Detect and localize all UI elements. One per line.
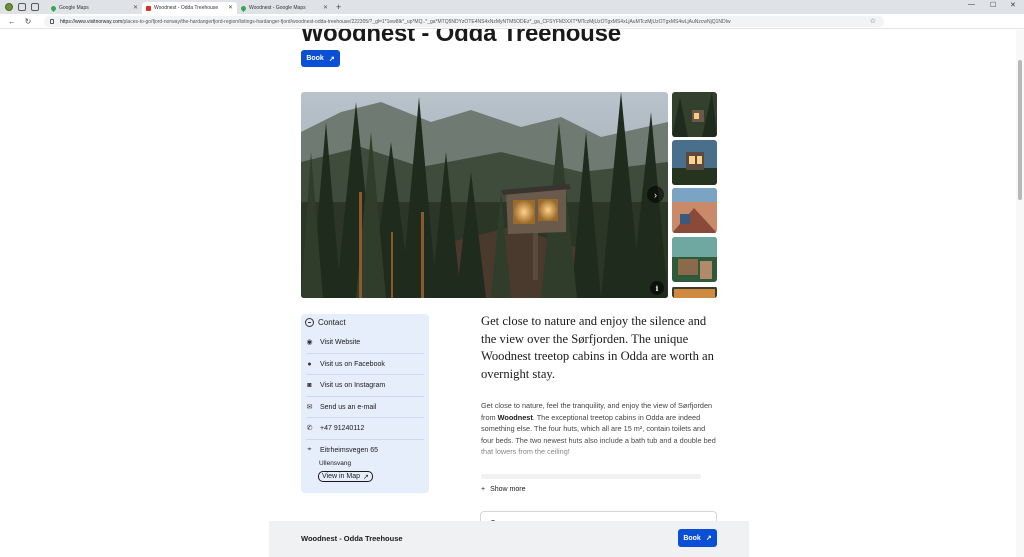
divider xyxy=(306,374,424,375)
address-row: ⌖ Eitrheimsvegen 65 xyxy=(307,446,378,454)
divider xyxy=(306,353,424,354)
instagram-link[interactable]: ◙ Visit us on Instagram xyxy=(306,378,424,392)
phone-icon: ✆ xyxy=(306,425,313,432)
tab-actions-icon[interactable] xyxy=(31,3,39,11)
divider xyxy=(306,417,424,418)
favorite-star-icon[interactable]: ☆ xyxy=(870,17,876,25)
divider xyxy=(306,396,424,397)
url-text[interactable]: https://www.visitnorway.com/places-to-go… xyxy=(60,19,850,25)
back-icon[interactable]: ← xyxy=(8,17,16,26)
address-bar[interactable]: https://www.visitnorway.com/places-to-go… xyxy=(44,16,884,27)
plus-icon: + xyxy=(481,486,486,493)
thumbnail-5[interactable] xyxy=(672,286,717,298)
show-more-button[interactable]: + Show more xyxy=(481,486,526,493)
thumbnail-image xyxy=(672,92,717,137)
thumbnail-image xyxy=(672,140,717,185)
faded-text-line xyxy=(481,474,701,479)
external-link-icon: ↗ xyxy=(328,55,335,63)
reload-icon[interactable]: ↻ xyxy=(24,17,32,26)
thumbnail-image xyxy=(672,188,717,233)
facebook-link[interactable]: ● Visit us on Facebook xyxy=(306,357,424,371)
minimize-icon[interactable]: — xyxy=(968,1,975,8)
thumbnail-3[interactable] xyxy=(672,188,717,233)
google-maps-favicon-icon xyxy=(239,4,248,12)
thumbnail-1[interactable] xyxy=(672,92,717,137)
new-tab-button[interactable]: + xyxy=(336,2,341,12)
sticky-title: Woodnest - Odda Treehouse xyxy=(301,534,403,543)
external-link-icon: ↗ xyxy=(363,473,369,481)
next-image-button[interactable]: › xyxy=(647,186,664,203)
scrollbar-thumb[interactable] xyxy=(1018,60,1022,200)
view-in-map-link[interactable]: View in Map ↗ xyxy=(318,471,373,482)
divider xyxy=(306,439,424,440)
contact-toggle[interactable]: Contact xyxy=(305,318,346,327)
facebook-icon: ● xyxy=(307,360,312,368)
close-tab-icon[interactable]: ✕ xyxy=(228,4,233,11)
mail-icon: ✉ xyxy=(306,404,313,411)
tab-strip: Google Maps ✕ Woodnest - Odda Treehouse … xyxy=(0,0,1024,14)
lock-icon[interactable] xyxy=(50,19,54,24)
close-window-icon[interactable]: ✕ xyxy=(1010,1,1016,9)
contact-panel: Contact ◉ Visit Website ● Visit us on Fa… xyxy=(301,314,429,493)
photo-info-button[interactable]: i xyxy=(650,281,664,295)
external-link-icon: ↗ xyxy=(705,535,712,542)
thumbnail-image xyxy=(672,237,717,282)
sticky-booking-bar: Woodnest - Odda Treehouse Book ↗ xyxy=(269,521,749,557)
email-link[interactable]: ✉ Send us an e-mail xyxy=(306,400,424,414)
maximize-icon[interactable]: ☐ xyxy=(990,1,996,9)
thumbnail-image xyxy=(672,287,717,298)
collapse-icon xyxy=(305,318,314,327)
tab-google-maps[interactable]: Google Maps ✕ xyxy=(47,2,142,14)
workspaces-icon[interactable] xyxy=(18,3,26,11)
close-tab-icon[interactable]: ✕ xyxy=(323,4,328,11)
instagram-icon: ◙ xyxy=(307,381,312,389)
visitnorway-favicon-icon xyxy=(146,5,151,11)
lead-paragraph: Get close to nature and enjoy the silenc… xyxy=(481,314,714,381)
treehouse-photo xyxy=(301,92,668,298)
location-pin-icon: ⌖ xyxy=(307,446,312,453)
close-tab-icon[interactable]: ✕ xyxy=(133,4,138,11)
main-photo[interactable] xyxy=(301,92,668,298)
phone-link[interactable]: ✆ +47 91240112 xyxy=(306,421,424,435)
browser-chrome: Google Maps ✕ Woodnest - Odda Treehouse … xyxy=(0,0,1024,30)
google-maps-favicon-icon xyxy=(49,4,58,12)
visit-website-link[interactable]: ◉ Visit Website xyxy=(306,335,424,349)
thumbnail-2[interactable] xyxy=(672,140,717,185)
book-button[interactable]: Book ↗ xyxy=(301,50,340,67)
tab-woodnest[interactable]: Woodnest - Odda Treehouse ✕ xyxy=(142,2,237,14)
profile-icon[interactable] xyxy=(5,3,13,11)
eye-icon: ◉ xyxy=(306,339,313,346)
address-bar-row: ← ↻ https://www.visitnorway.com/places-t… xyxy=(0,14,1024,29)
book-button-sticky[interactable]: Book ↗ xyxy=(678,529,717,547)
tab-woodnest-maps[interactable]: Woodnest - Google Maps ✕ xyxy=(237,2,332,14)
address-city: Ullensvang xyxy=(319,460,352,467)
thumbnail-4[interactable] xyxy=(672,237,717,282)
